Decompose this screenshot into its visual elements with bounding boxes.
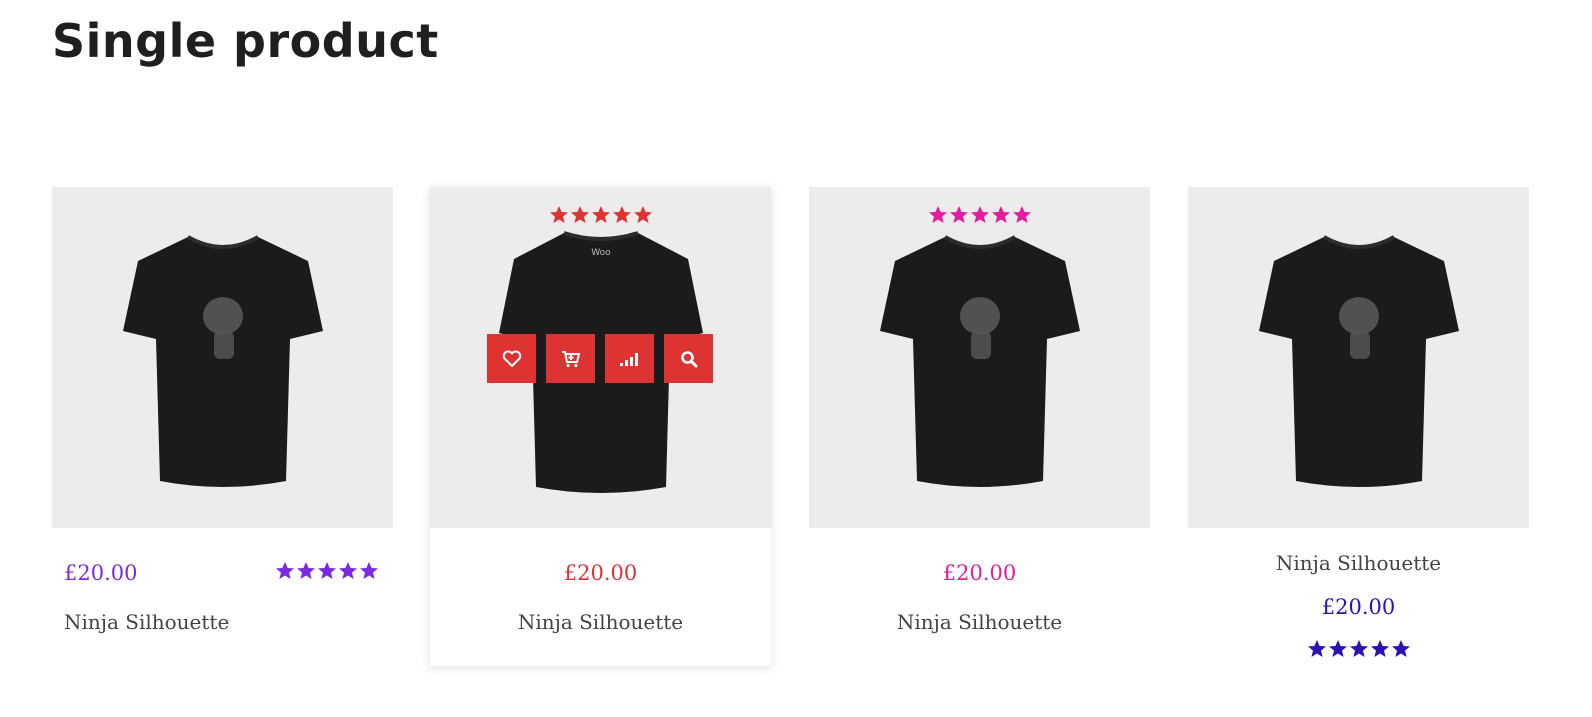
star-icon [1370,640,1389,657]
rating-stars [928,205,1032,225]
wishlist-button[interactable] [487,334,536,383]
star-icon [1012,206,1031,223]
star-icon [570,206,589,223]
star-icon [1307,640,1326,657]
rating-row [1188,639,1529,663]
star-icon [360,562,378,579]
compare-button[interactable] [605,334,654,383]
page-title: Single product [52,14,439,68]
star-icon [318,562,336,579]
star-icon [1328,640,1347,657]
product-card[interactable]: £20.00 Ninja Silhouette [809,187,1150,634]
star-icon [339,562,357,579]
product-name[interactable]: Ninja Silhouette [64,610,229,634]
add-to-cart-button[interactable] [546,334,595,383]
product-price: £20.00 [1321,595,1396,619]
product-name[interactable]: Ninja Silhouette [1188,551,1529,575]
star-icon [549,206,568,223]
star-icon [1391,640,1410,657]
star-icon [612,206,631,223]
tshirt-image [879,235,1080,487]
shirt-label: Woo [591,248,611,258]
product-price: £20.00 [563,561,638,585]
rating-stars [549,205,653,225]
rating-stars [275,561,379,581]
compare-signal-icon [619,352,638,366]
quick-view-button[interactable] [664,334,713,383]
heart-icon [502,350,521,367]
star-icon [297,562,315,579]
rating-stars [1307,639,1411,659]
product-card[interactable]: Ninja Silhouette £20.00 [1188,187,1529,657]
star-icon [276,562,294,579]
tshirt-image [122,235,323,487]
star-icon [949,206,968,223]
product-card[interactable]: £20.00 Ninja Silhouette [52,187,393,634]
cart-plus-icon [561,350,580,367]
product-price: £20.00 [942,561,1017,585]
product-image[interactable] [809,187,1150,528]
star-icon [928,206,947,223]
product-name[interactable]: Ninja Silhouette [430,610,771,634]
product-image[interactable]: Woo [430,187,771,528]
product-name[interactable]: Ninja Silhouette [809,610,1150,634]
star-icon [633,206,652,223]
product-image[interactable] [1188,187,1529,528]
product-price: £20.00 [64,561,138,585]
star-icon [991,206,1010,223]
tshirt-image [1258,235,1459,487]
product-card-hovered[interactable]: Woo £20.00 Ninja Silhouette [430,187,771,666]
star-icon [1349,640,1368,657]
search-icon [680,350,697,367]
product-image[interactable] [52,187,393,528]
star-icon [591,206,610,223]
star-icon [970,206,989,223]
action-buttons [487,334,713,383]
